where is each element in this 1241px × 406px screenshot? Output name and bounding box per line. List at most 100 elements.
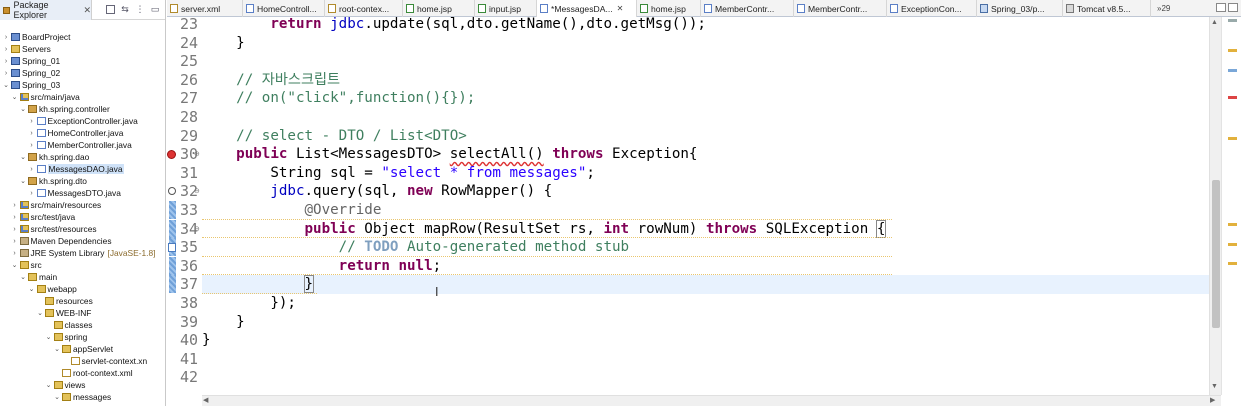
minimize-icon[interactable]: ▭: [149, 3, 161, 15]
scroll-down-arrow-icon[interactable]: ▼: [1211, 383, 1218, 390]
editor-tab[interactable]: home.jsp: [637, 0, 701, 17]
overview-mark[interactable]: [1228, 262, 1237, 265]
fold-toggle-icon[interactable]: ⊖: [194, 225, 200, 233]
collapsed-arrow-icon[interactable]: ›: [11, 214, 19, 221]
code-line[interactable]: }: [202, 313, 245, 332]
fold-toggle-icon[interactable]: ⊖: [194, 187, 200, 195]
code-line[interactable]: }: [202, 331, 211, 350]
code-area[interactable]: return jdbc.update(sql,dto.getName(),dto…: [202, 17, 1212, 395]
package-explorer-tab[interactable]: Package Explorer ✕: [0, 0, 92, 20]
collapsed-arrow-icon[interactable]: ›: [28, 130, 36, 137]
tree-node[interactable]: root-context.xml: [53, 367, 133, 379]
code-line[interactable]: String sql = "select * from messages";: [202, 164, 595, 183]
fold-toggle-icon[interactable]: ⊖: [194, 150, 200, 158]
scroll-right-arrow-icon[interactable]: ▶: [1210, 396, 1215, 404]
tree-node[interactable]: ⌄ webapp: [28, 283, 77, 295]
collapsed-arrow-icon[interactable]: ›: [28, 190, 36, 197]
code-line[interactable]: @Override: [202, 201, 382, 220]
tab-overflow-indicator[interactable]: »29: [1157, 4, 1170, 13]
code-line[interactable]: }: [202, 34, 245, 53]
tree-node[interactable]: › src/test/java: [11, 211, 75, 223]
tree-node[interactable]: › Spring_02: [2, 67, 60, 79]
scroll-left-arrow-icon[interactable]: ◀: [203, 396, 208, 404]
tree-node[interactable]: ⌄ kh.spring.dao: [19, 151, 89, 163]
tree-node[interactable]: servlet-context.xn: [62, 355, 147, 367]
expanded-arrow-icon[interactable]: ⌄: [11, 261, 19, 269]
tree-node[interactable]: › ExceptionController.java: [28, 115, 138, 127]
tree-node[interactable]: classes: [45, 319, 92, 331]
quick-diff-marker[interactable]: [169, 219, 176, 238]
tree-node[interactable]: › MessagesDTO.java: [28, 187, 121, 199]
tree-node[interactable]: ⌄ src/main/java: [11, 91, 80, 103]
code-line[interactable]: });: [202, 294, 296, 313]
vertical-scrollbar[interactable]: ▲ ▼: [1209, 17, 1221, 395]
code-line[interactable]: jdbc.query(sql, new RowMapper() {: [202, 182, 552, 201]
collapsed-arrow-icon[interactable]: ›: [11, 238, 19, 245]
code-line[interactable]: return jdbc.update(sql,dto.getName(),dto…: [202, 17, 706, 34]
collapse-all-icon[interactable]: [104, 3, 116, 15]
code-line[interactable]: // on("click",function(){});: [202, 89, 475, 108]
tree-node[interactable]: ⌄ appServlet: [53, 343, 113, 355]
close-tab-icon[interactable]: ✕: [617, 4, 624, 13]
link-with-editor-icon[interactable]: ⇆: [119, 3, 131, 15]
task-marker-icon[interactable]: [168, 243, 176, 253]
tree-node[interactable]: ⌄ WEB-INF: [36, 307, 91, 319]
overview-mark[interactable]: [1228, 49, 1237, 52]
close-icon[interactable]: ✕: [83, 5, 91, 16]
tree-node[interactable]: ⌄ views: [45, 379, 86, 391]
collapsed-arrow-icon[interactable]: ›: [11, 250, 19, 257]
collapsed-arrow-icon[interactable]: ›: [28, 166, 36, 173]
tree-node[interactable]: ⌄ kh.spring.dto: [19, 175, 87, 187]
tree-node[interactable]: › Servers: [2, 43, 51, 55]
expanded-arrow-icon[interactable]: ⌄: [28, 285, 36, 293]
editor-tab[interactable]: MemberContr...: [701, 0, 794, 17]
editor-tab[interactable]: home.jsp: [403, 0, 475, 17]
scrollbar-thumb[interactable]: [1212, 180, 1220, 328]
code-line[interactable]: public Object mapRow(ResultSet rs, int r…: [202, 219, 887, 239]
view-menu-icon[interactable]: ⋮: [134, 3, 146, 15]
editor-tab[interactable]: root-contex...: [325, 0, 403, 17]
tree-node[interactable]: › Spring_01: [2, 55, 60, 67]
maximize-icon[interactable]: [1228, 3, 1238, 12]
expanded-arrow-icon[interactable]: ⌄: [19, 105, 27, 113]
quick-diff-marker[interactable]: [169, 275, 176, 294]
collapsed-arrow-icon[interactable]: ›: [28, 142, 36, 149]
quick-diff-marker[interactable]: [169, 256, 176, 275]
code-line[interactable]: return null;: [202, 257, 442, 276]
expanded-arrow-icon[interactable]: ⌄: [19, 153, 27, 161]
editor-tab[interactable]: HomeControll...: [243, 0, 325, 17]
expanded-arrow-icon[interactable]: ⌄: [45, 333, 53, 341]
overview-mark[interactable]: [1228, 96, 1237, 99]
collapsed-arrow-icon[interactable]: ›: [28, 118, 36, 125]
expanded-arrow-icon[interactable]: ⌄: [53, 393, 61, 401]
expanded-arrow-icon[interactable]: ⌄: [11, 93, 19, 101]
tree-node[interactable]: ⌄ src: [11, 259, 42, 271]
collapsed-arrow-icon[interactable]: ›: [11, 202, 19, 209]
overview-mark[interactable]: [1228, 137, 1237, 140]
editor-tab[interactable]: *MessagesDA... ✕: [537, 0, 637, 17]
tree-node[interactable]: ⌄ spring: [45, 331, 88, 343]
expanded-arrow-icon[interactable]: ⌄: [45, 381, 53, 389]
tree-node[interactable]: resources: [36, 295, 93, 307]
collapsed-arrow-icon[interactable]: ›: [11, 226, 19, 233]
expanded-arrow-icon[interactable]: ⌄: [2, 81, 10, 89]
tree-node[interactable]: › src/test/resources: [11, 223, 96, 235]
editor-tab[interactable]: input.jsp: [475, 0, 537, 17]
minimize-icon[interactable]: [1216, 3, 1226, 12]
tree-node[interactable]: › HomeController.java: [28, 127, 123, 139]
code-line[interactable]: public List<MessagesDTO> selectAll() thr…: [202, 145, 697, 164]
tree-node[interactable]: ⌄ kh.spring.controller: [19, 103, 110, 115]
tree-node[interactable]: ⌄ Spring_03: [2, 79, 60, 91]
tree-node[interactable]: › MessagesDAO.java: [28, 163, 124, 175]
overview-mark[interactable]: [1228, 223, 1237, 226]
quick-diff-marker[interactable]: [169, 201, 176, 219]
tree-node[interactable]: › src/main/resources: [11, 199, 101, 211]
editor-tab[interactable]: ExceptionCon...: [887, 0, 977, 17]
tree-node[interactable]: › MemberController.java: [28, 139, 131, 151]
tree-node[interactable]: › JRE System Library [JavaSE-1.8]: [11, 247, 155, 259]
scroll-up-arrow-icon[interactable]: ▲: [1211, 19, 1218, 26]
tree-node[interactable]: › BoardProject: [2, 31, 71, 43]
code-line[interactable]: }: [202, 275, 315, 294]
collapsed-arrow-icon[interactable]: ›: [2, 34, 10, 41]
tree-node[interactable]: ⌄ messages: [53, 391, 111, 403]
